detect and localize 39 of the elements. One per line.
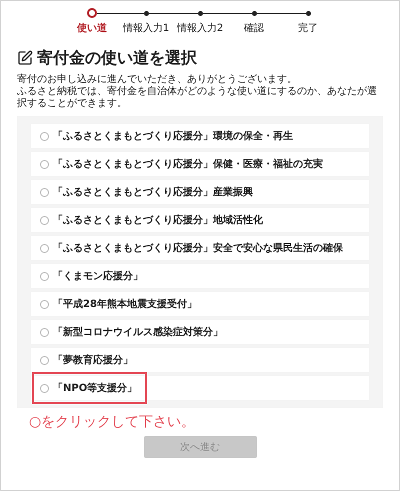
- intro-text: ふるさと納税では、寄付金を自治体がどのような使い道にするのか、あなたが選択することができます。: [17, 86, 378, 110]
- option-label: 「夢教育応援分」: [53, 353, 133, 368]
- step-label: 完了: [298, 22, 318, 36]
- radio-button[interactable]: [40, 328, 49, 336]
- radio-button[interactable]: [40, 272, 49, 280]
- option-row[interactable]: 「ふるさとくまもとづくり応援分」環境の保全・再生: [31, 124, 369, 148]
- option-row[interactable]: 「ふるさとくまもとづくり応援分」産業振興: [31, 180, 369, 204]
- option-label: 「平成28年熊本地震支援受付」: [53, 298, 197, 312]
- option-row[interactable]: 「新型コロナウイルス感染症対策分」: [31, 320, 369, 344]
- radio-button[interactable]: [40, 132, 49, 140]
- option-label: 「ふるさとくまもとづくり応援分」地域活性化: [53, 213, 263, 228]
- radio-button[interactable]: [40, 160, 49, 168]
- radio-button[interactable]: [40, 188, 49, 196]
- step-label: 確認: [244, 22, 264, 36]
- page-title: 寄付金の使い道を選択: [37, 48, 197, 68]
- radio-button[interactable]: [40, 244, 49, 252]
- option-row[interactable]: 「平成28年熊本地震支援受付」: [31, 292, 369, 316]
- option-label: 「ふるさとくまもとづくり応援分」環境の保全・再生: [53, 129, 293, 144]
- option-row[interactable]: 「ふるさとくまもとづくり応援分」地域活性化: [31, 208, 369, 232]
- option-label: 「くまモン応援分」: [53, 269, 143, 284]
- option-row[interactable]: 「ふるさとくまもとづくり応援分」安全で安心な県民生活の確保: [31, 236, 369, 260]
- option-label: 「新型コロナウイルス感染症対策分」: [53, 325, 223, 340]
- step-label: 情報入力1: [122, 22, 170, 36]
- instruction-text: ○をクリックして下さい。: [28, 413, 196, 432]
- edit-icon: [17, 50, 33, 66]
- radio-button[interactable]: [40, 300, 49, 308]
- radio-button[interactable]: [40, 384, 49, 392]
- option-label: 「ふるさとくまもとづくり応援分」安全で安心な県民生活の確保: [53, 241, 343, 256]
- option-label: 「NPO等支援分」: [53, 382, 138, 396]
- option-label: 「ふるさとくまもとづくり応援分」産業振興: [53, 185, 253, 200]
- option-row[interactable]: 「夢教育応援分」: [31, 348, 369, 372]
- intro-text: 寄付のお申し込みに進んでいただき、ありがとうございます。: [17, 74, 298, 86]
- step-label: 使い道: [77, 22, 107, 36]
- radio-button[interactable]: [40, 356, 49, 364]
- radio-button[interactable]: [40, 216, 49, 224]
- step-label: 情報入力2: [176, 22, 224, 36]
- option-label: 「ふるさとくまもとづくり応援分」保健・医療・福祉の充実: [53, 157, 323, 172]
- option-row[interactable]: 「くまモン応援分」: [31, 264, 369, 288]
- option-row[interactable]: 「ふるさとくまもとづくり応援分」保健・医療・福祉の充実: [31, 152, 369, 176]
